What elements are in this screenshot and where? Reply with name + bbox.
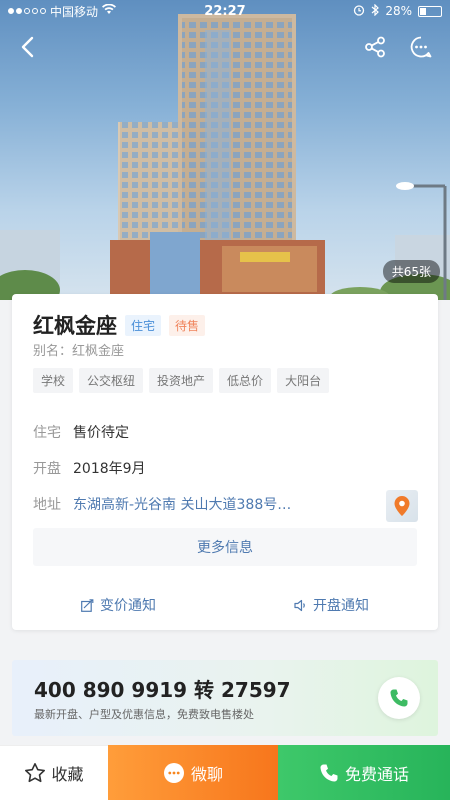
star-icon: [25, 763, 46, 783]
sales-hotline-banner[interactable]: 400 890 9919 转 27597 最新开盘、户型及优惠信息，免费致电售楼…: [12, 660, 438, 736]
notification-row: 变价通知 开盘通知: [12, 594, 438, 616]
hero-photo[interactable]: 中国移动 22:27 28% 共65张: [0, 0, 450, 300]
property-detail-page: 中国移动 22:27 28% 共65张 红枫金座 住宅 待售 别名：红枫金座 学…: [0, 0, 450, 800]
feature-tag: 学校: [33, 368, 74, 393]
free-call-button[interactable]: 免费通话: [278, 745, 450, 800]
status-bar: 中国移动 22:27 28%: [0, 0, 450, 22]
price-change-notify-button[interactable]: 变价通知: [12, 594, 225, 616]
chevron-left-icon: [21, 36, 34, 58]
photo-count-badge[interactable]: 共65张: [382, 260, 440, 283]
share-button[interactable]: [358, 30, 392, 64]
chat-button[interactable]: 微聊: [108, 745, 278, 800]
address-row[interactable]: 地址 东湖高新-光谷南 关山大道388号…: [33, 494, 333, 514]
feature-tag: 低总价: [219, 368, 272, 393]
opening-date: 2018年9月: [73, 461, 146, 477]
hotline-number: 400 890 9919 转 27597: [34, 678, 291, 702]
share-icon: [365, 36, 385, 58]
clock: 22:27: [204, 3, 246, 19]
address-value[interactable]: 东湖高新-光谷南 关山大道388号…: [73, 494, 333, 514]
price-row: 住宅 售价待定: [33, 422, 129, 442]
price-change-label: 变价通知: [100, 598, 156, 614]
opening-row: 开盘 2018年9月: [33, 458, 146, 478]
battery-icon: [418, 5, 442, 17]
feature-tag: 投资地产: [149, 368, 214, 393]
phone-icon: [390, 689, 408, 707]
property-type-tag: 住宅: [125, 314, 162, 336]
opening-label: 开盘: [33, 461, 61, 477]
speaker-icon: [294, 599, 305, 611]
back-button[interactable]: [10, 30, 44, 64]
property-info-card: 红枫金座 住宅 待售 别名：红枫金座 学校 公交枢纽 投资地产 低总价 大阳台 …: [12, 294, 438, 630]
bottom-action-bar: 收藏 微聊 免费通话: [0, 745, 450, 800]
chat-bubble-icon: [163, 762, 184, 783]
location-pin-icon: [394, 496, 410, 516]
feature-tag: 公交枢纽: [79, 368, 144, 393]
sale-status-tag: 待售: [169, 314, 206, 336]
more-menu-button[interactable]: [404, 30, 438, 64]
property-alias: 别名：红枫金座: [33, 344, 125, 359]
opening-notify-label: 开盘通知: [313, 598, 369, 614]
battery-level: [420, 7, 426, 15]
feature-tag: 大阳台: [277, 368, 330, 393]
trend-icon: [81, 598, 94, 612]
type-label: 住宅: [33, 425, 61, 441]
address-label: 地址: [33, 497, 61, 513]
phone-icon: [320, 764, 338, 781]
opening-notify-button[interactable]: 开盘通知: [225, 594, 438, 616]
map-thumbnail[interactable]: [386, 490, 418, 522]
favorite-label: 收藏: [51, 765, 84, 784]
free-call-label: 免费通话: [344, 764, 409, 784]
title-row: 红枫金座 住宅 待售: [33, 310, 206, 340]
price-value: 售价待定: [73, 425, 129, 441]
more-chat-icon: [410, 36, 432, 58]
hotline-description: 最新开盘、户型及优惠信息，免费致电售楼处: [34, 708, 254, 721]
chat-label: 微聊: [190, 764, 223, 784]
more-info-button[interactable]: 更多信息: [33, 528, 417, 566]
property-name: 红枫金座: [33, 314, 117, 338]
hotline-call-button[interactable]: [378, 677, 420, 719]
feature-tags: 学校 公交枢纽 投资地产 低总价 大阳台: [33, 368, 330, 393]
favorite-button[interactable]: 收藏: [0, 745, 108, 800]
